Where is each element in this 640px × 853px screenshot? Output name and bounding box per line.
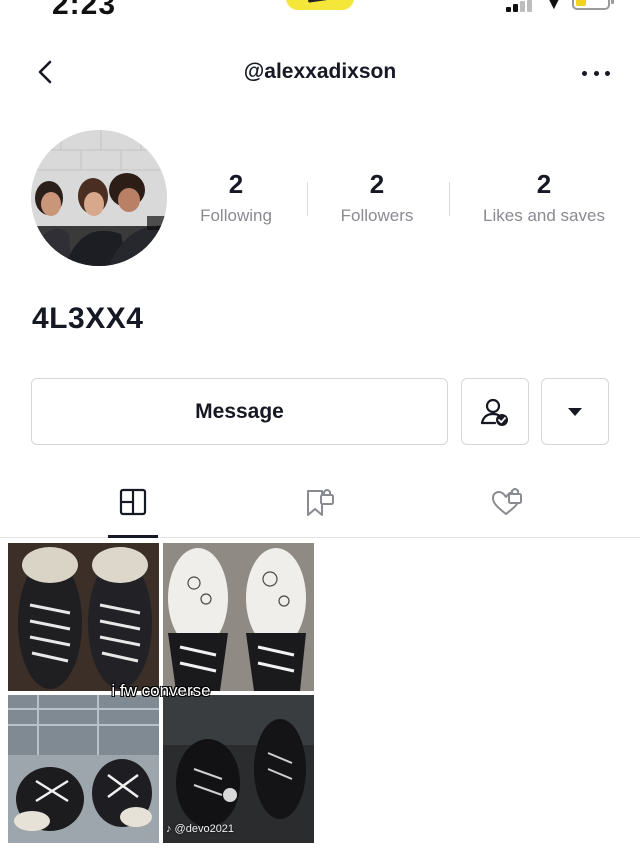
followers-count: 2 (369, 169, 385, 199)
cellular-signal-icon (506, 0, 536, 12)
battery-icon (572, 0, 614, 10)
message-button[interactable]: Message (31, 378, 448, 445)
followers-label: Followers (340, 206, 414, 225)
grid-icon (119, 488, 147, 516)
more-options-button[interactable] (576, 64, 616, 82)
top-nav: @alexxadixson (0, 48, 640, 98)
dynamic-island-indicator (286, 0, 354, 10)
profile-stats: 2 Following 2 Followers 2 Likes and save… (166, 168, 640, 238)
suggested-accounts-button[interactable] (541, 378, 609, 445)
heart-lock-icon (492, 488, 522, 515)
stat-likes[interactable]: 2 Likes and saves (459, 168, 629, 226)
video-grid: i fw converse ♪ @devo2021 (8, 543, 314, 843)
bookmark-lock-icon (307, 489, 334, 516)
video-thumbnail[interactable]: i fw converse ♪ @devo2021 (8, 543, 314, 843)
more-dots-icon (582, 70, 587, 76)
tab-favorites[interactable] (275, 478, 365, 538)
profile-tabs (0, 478, 640, 538)
user-check-icon (480, 398, 508, 426)
following-label: Following (200, 206, 272, 225)
caret-down-icon (568, 407, 582, 416)
active-tab-indicator (108, 535, 158, 538)
tiktok-watermark: ♪ @devo2021 (166, 823, 235, 835)
avatar[interactable] (31, 130, 167, 266)
tab-liked[interactable] (462, 478, 552, 538)
display-name: 4L3XX4 (32, 302, 144, 335)
following-count: 2 (228, 169, 244, 199)
following-status-button[interactable] (461, 378, 529, 445)
profile-username: @alexxadixson (243, 60, 397, 83)
stat-divider (449, 182, 450, 216)
video-caption: i fw converse (111, 681, 211, 700)
status-bar: 2:23 ▼ (0, 0, 640, 22)
tab-videos[interactable] (88, 478, 178, 538)
stat-following[interactable]: 2 Following (166, 168, 306, 226)
status-time: 2:23 (52, 0, 117, 21)
avatar-photo (31, 130, 167, 266)
likes-count: 2 (536, 169, 552, 199)
stat-followers[interactable]: 2 Followers (307, 168, 447, 226)
wifi-icon: ▼ (544, 0, 564, 14)
likes-label: Likes and saves (483, 206, 605, 225)
